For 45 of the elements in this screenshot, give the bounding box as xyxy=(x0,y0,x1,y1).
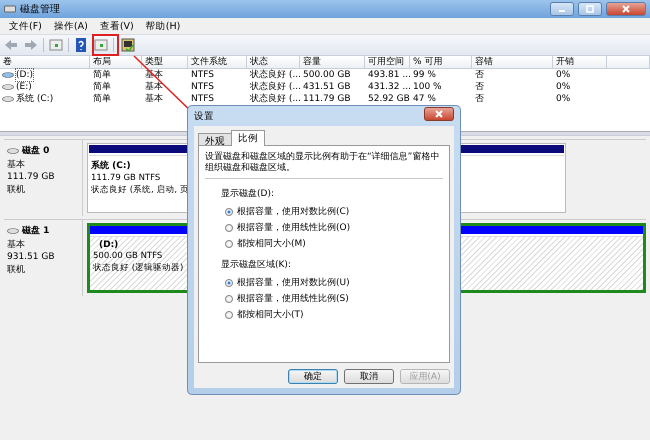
disk-size: 111.79 GB xyxy=(7,172,56,182)
table-cell: 100 % xyxy=(413,81,442,93)
table-cell: 47 % xyxy=(413,93,436,105)
table-cell: 状态良好 (... xyxy=(250,81,301,93)
partition-name: 系统 (C:) xyxy=(91,159,131,172)
table-cell: 0% xyxy=(556,69,570,81)
table-cell: NTFS xyxy=(191,69,214,81)
disk-name: 磁盘 1 xyxy=(22,224,50,237)
table-cell: 111.79 GB xyxy=(303,93,351,105)
disk-type: 基本 xyxy=(7,158,26,171)
table-cell: 基本 xyxy=(145,93,163,105)
partition-name: (D:) xyxy=(98,240,118,250)
group-label: 显示磁盘区域(K): xyxy=(221,258,292,271)
disk-status: 联机 xyxy=(7,264,26,276)
table-cell: 简单 xyxy=(93,69,111,81)
disk-type: 基本 xyxy=(7,238,26,251)
disk-status: 联机 xyxy=(7,184,26,196)
partition-status: 状态良好 (系统, 启动, 页 xyxy=(91,184,189,196)
table-cell: 简单 xyxy=(93,81,111,93)
table-cell: 否 xyxy=(475,93,484,105)
table-cell: 0% xyxy=(556,93,570,105)
table-cell: 否 xyxy=(475,69,484,81)
table-cell: 简单 xyxy=(93,93,111,105)
table-cell: 状态良好 (... xyxy=(250,69,301,81)
table-cell: 500.00 GB xyxy=(303,69,351,81)
partition-status: 状态良好 (逻辑驱动器) xyxy=(93,262,184,274)
table-cell: 状态良好 (... xyxy=(250,93,301,105)
description-text: 设置磁盘和磁盘区域的显示比例有助于在“详细信息”窗格中组织磁盘和磁盘区域。 xyxy=(205,152,440,174)
table-cell: 99 % xyxy=(413,69,436,81)
partition-size: 500.00 GB NTFS xyxy=(93,251,162,261)
table-cell: 52.92 GB xyxy=(368,93,410,105)
table-cell: NTFS xyxy=(191,93,214,105)
dialog-title: 设置 xyxy=(194,110,215,122)
table-cell: 431.32 ... xyxy=(368,81,411,93)
disk-size: 931.51 GB xyxy=(7,252,56,262)
group-label: 显示磁盘(D): xyxy=(221,188,275,200)
table-cell: 493.81 ... xyxy=(368,69,411,81)
partition-size: 111.79 GB NTFS xyxy=(91,173,160,183)
window-title: 磁盘管理 xyxy=(20,3,61,16)
disk-name: 磁盘 0 xyxy=(22,144,50,157)
table-cell: NTFS xyxy=(191,81,214,93)
table-cell: 否 xyxy=(475,81,484,93)
table-cell: 0% xyxy=(556,81,570,93)
table-cell: 431.51 GB xyxy=(303,81,351,93)
table-cell: 基本 xyxy=(145,81,163,93)
